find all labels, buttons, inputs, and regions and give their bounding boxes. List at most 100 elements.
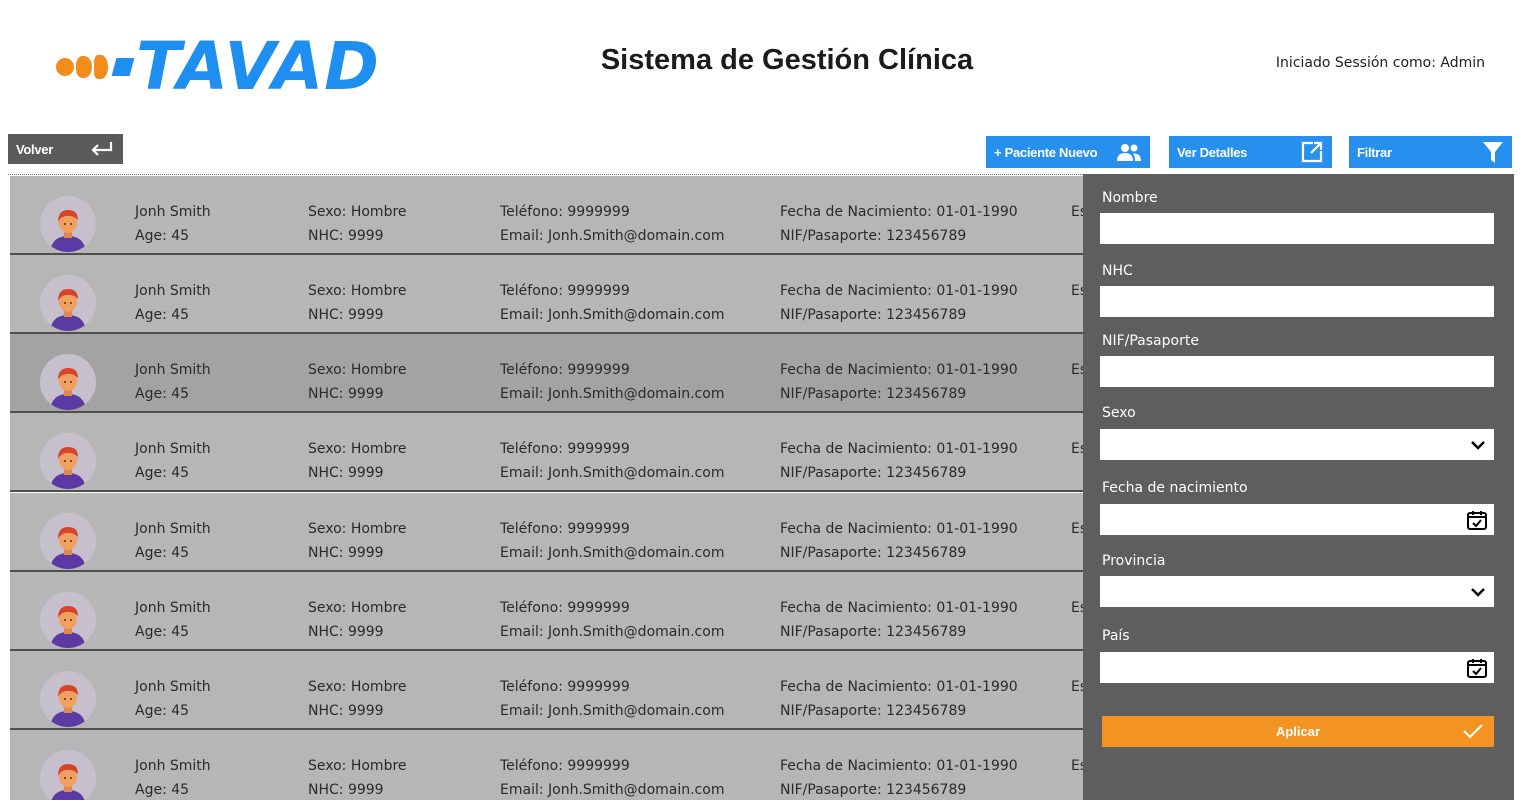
table-row[interactable]: Jonh Smith Age: 45 Sexo: Hombre NHC: 9999 Te… xyxy=(10,651,1083,730)
nhc-input[interactable] xyxy=(1100,286,1494,317)
patient-extra: Es xyxy=(1071,362,1083,378)
patient-phone: Teléfono: 9999999 xyxy=(500,679,630,695)
patient-email: Email: Jonh.Smith@domain.com xyxy=(500,624,725,640)
nhc-label: NHC xyxy=(1102,263,1133,279)
chevron-down-icon xyxy=(1470,584,1486,603)
patient-sex: Sexo: Hombre xyxy=(308,283,407,299)
patient-nhc: NHC: 9999 xyxy=(308,545,384,561)
logo-bar xyxy=(111,58,135,76)
patient-birth: Fecha de Nacimiento: 01-01-1990 xyxy=(780,283,1018,299)
view-details-label: Ver Detalles xyxy=(1177,144,1248,160)
patient-sex: Sexo: Hombre xyxy=(308,758,407,774)
apply-label: Aplicar xyxy=(1275,724,1321,739)
view-details-button[interactable]: Ver Detalles xyxy=(1169,136,1332,168)
patient-nhc: NHC: 9999 xyxy=(308,782,384,798)
patient-sex: Sexo: Hombre xyxy=(308,679,407,695)
patient-age: Age: 45 xyxy=(135,228,190,244)
patient-age: Age: 45 xyxy=(135,386,190,402)
patient-age: Age: 45 xyxy=(135,703,190,719)
patient-birth: Fecha de Nacimiento: 01-01-1990 xyxy=(780,441,1018,457)
funnel-icon xyxy=(1482,140,1504,164)
patient-age: Age: 45 xyxy=(135,465,190,481)
pais-label: País xyxy=(1102,628,1130,644)
patient-name: Jonh Smith xyxy=(135,362,211,378)
sexo-select[interactable] xyxy=(1100,429,1494,460)
patient-birth: Fecha de Nacimiento: 01-01-1990 xyxy=(780,362,1018,378)
patient-name: Jonh Smith xyxy=(135,758,211,774)
patient-extra: Es xyxy=(1071,521,1083,537)
patient-sex: Sexo: Hombre xyxy=(308,600,407,616)
calendar-check-icon[interactable] xyxy=(1466,509,1488,535)
patient-nhc: NHC: 9999 xyxy=(308,386,384,402)
avatar xyxy=(40,433,96,489)
patient-phone: Teléfono: 9999999 xyxy=(500,283,630,299)
people-icon xyxy=(1116,142,1142,162)
patient-sex: Sexo: Hombre xyxy=(308,362,407,378)
table-row[interactable]: Jonh Smith Age: 45 Sexo: Hombre NHC: 9999 Te… xyxy=(10,572,1083,651)
table-row[interactable]: Jonh Smith Age: 45 Sexo: Hombre NHC: 9999 Te… xyxy=(10,255,1083,334)
avatar xyxy=(40,750,96,800)
patient-nhc: NHC: 9999 xyxy=(308,465,384,481)
avatar xyxy=(40,275,96,331)
check-icon xyxy=(1462,722,1484,743)
patient-phone: Teléfono: 9999999 xyxy=(500,600,630,616)
logo-text: TAVAD xyxy=(136,28,380,105)
open-external-icon xyxy=(1300,140,1324,164)
new-patient-button[interactable]: + Paciente Nuevo xyxy=(986,136,1150,168)
avatar xyxy=(40,671,96,727)
patient-phone: Teléfono: 9999999 xyxy=(500,521,630,537)
avatar xyxy=(40,196,96,252)
patient-nif: NIF/Pasaporte: 123456789 xyxy=(780,386,967,402)
patient-nif: NIF/Pasaporte: 123456789 xyxy=(780,624,967,640)
pais-input[interactable] xyxy=(1100,652,1494,683)
patient-extra: Es xyxy=(1071,600,1083,616)
back-label: Volver xyxy=(16,141,53,157)
nombre-input[interactable] xyxy=(1100,213,1494,244)
fecha-label: Fecha de nacimiento xyxy=(1102,480,1248,496)
fecha-date-input[interactable] xyxy=(1100,504,1494,535)
nombre-label: Nombre xyxy=(1102,190,1158,206)
patient-phone: Teléfono: 9999999 xyxy=(500,204,630,220)
table-row[interactable]: Jonh Smith Age: 45 Sexo: Hombre NHC: 9999 Te… xyxy=(10,493,1083,572)
patient-phone: Teléfono: 9999999 xyxy=(500,441,630,457)
provincia-select[interactable] xyxy=(1100,576,1494,607)
patient-nif: NIF/Pasaporte: 123456789 xyxy=(780,465,967,481)
avatar xyxy=(40,354,96,410)
patient-email: Email: Jonh.Smith@domain.com xyxy=(500,545,725,561)
patient-email: Email: Jonh.Smith@domain.com xyxy=(500,386,725,402)
patient-extra: Es xyxy=(1071,679,1083,695)
table-row[interactable]: Jonh Smith Age: 45 Sexo: Hombre NHC: 9999 Te… xyxy=(10,334,1083,413)
table-row[interactable]: Jonh Smith Age: 45 Sexo: Hombre NHC: 9999 Te… xyxy=(10,176,1083,255)
patient-nhc: NHC: 9999 xyxy=(308,307,384,323)
logo-dots xyxy=(56,55,110,79)
patient-phone: Teléfono: 9999999 xyxy=(500,362,630,378)
filter-button[interactable]: Filtrar xyxy=(1349,136,1512,168)
table-row[interactable]: Jonh Smith Age: 45 Sexo: Hombre NHC: 9999 Te… xyxy=(10,413,1083,492)
patient-nif: NIF/Pasaporte: 123456789 xyxy=(780,228,967,244)
new-patient-label: + Paciente Nuevo xyxy=(994,144,1098,160)
nif-input[interactable] xyxy=(1100,356,1494,387)
patient-extra: Es xyxy=(1071,441,1083,457)
return-arrow-icon xyxy=(89,140,115,158)
patient-extra: Es xyxy=(1071,758,1083,774)
patient-extra: Es xyxy=(1071,283,1083,299)
patient-name: Jonh Smith xyxy=(135,600,211,616)
patient-list[interactable]: Jonh Smith Age: 45 Sexo: Hombre NHC: 9999 Te… xyxy=(10,176,1083,800)
table-row[interactable]: Jonh Smith Age: 45 Sexo: Hombre NHC: 9999 Te… xyxy=(10,730,1083,800)
patient-name: Jonh Smith xyxy=(135,521,211,537)
patient-email: Email: Jonh.Smith@domain.com xyxy=(500,703,725,719)
sexo-label: Sexo xyxy=(1102,405,1136,421)
patient-email: Email: Jonh.Smith@domain.com xyxy=(500,307,725,323)
patient-nif: NIF/Pasaporte: 123456789 xyxy=(780,703,967,719)
back-button[interactable]: Volver xyxy=(8,134,123,164)
tavad-logo: TAVAD xyxy=(56,28,426,105)
filter-label: Filtrar xyxy=(1357,144,1392,160)
patient-name: Jonh Smith xyxy=(135,204,211,220)
patient-nif: NIF/Pasaporte: 123456789 xyxy=(780,307,967,323)
patient-birth: Fecha de Nacimiento: 01-01-1990 xyxy=(780,204,1018,220)
patient-birth: Fecha de Nacimiento: 01-01-1990 xyxy=(780,758,1018,774)
patient-age: Age: 45 xyxy=(135,307,190,323)
calendar-check-icon[interactable] xyxy=(1466,657,1488,683)
patient-name: Jonh Smith xyxy=(135,679,211,695)
apply-button[interactable]: Aplicar xyxy=(1102,716,1494,747)
